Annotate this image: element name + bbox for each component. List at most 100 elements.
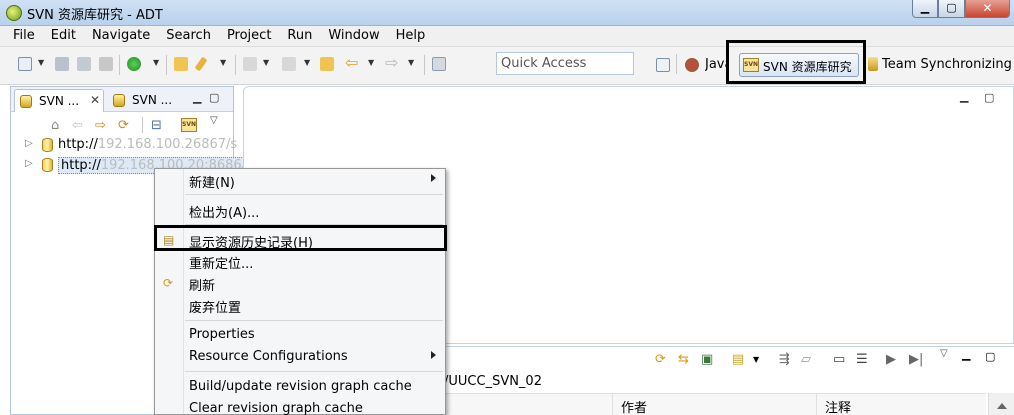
- save-all-icon[interactable]: [77, 57, 91, 71]
- menu-separator: [185, 194, 443, 195]
- menu-file[interactable]: File: [5, 26, 43, 46]
- print-icon[interactable]: [99, 57, 113, 71]
- svn-repository-icon: [20, 95, 32, 108]
- tab-svn-repositories[interactable]: SVN ... ✕: [14, 89, 104, 112]
- tools-dropdown-arrow[interactable]: ▼: [220, 58, 226, 67]
- comment-icon[interactable]: ▭: [833, 352, 845, 367]
- close-tab-icon[interactable]: ✕: [90, 93, 100, 107]
- vertical-scrollbar[interactable]: [988, 393, 1014, 415]
- maximize-editor-icon[interactable]: ▢: [984, 91, 994, 104]
- menu-navigate[interactable]: Navigate: [84, 26, 158, 46]
- menu-item-label: Resource Configurations: [189, 349, 348, 364]
- menu-item-label: Clear revision graph cache: [189, 401, 363, 415]
- maximize-view-icon[interactable]: ▢: [209, 91, 219, 104]
- menu-item-label: 废弃位置: [189, 301, 242, 316]
- minimize-button[interactable]: ▁: [912, 0, 938, 18]
- tab-svn-second[interactable]: SVN ...: [108, 89, 193, 112]
- refresh-icon[interactable]: ⟳: [118, 118, 129, 133]
- expand-arrow-icon[interactable]: ▷: [25, 138, 33, 149]
- menu-item-refresh[interactable]: ⟳ 刷新: [155, 272, 445, 294]
- last-edit-icon[interactable]: [320, 57, 334, 71]
- new-dropdown-arrow[interactable]: ▼: [38, 58, 44, 67]
- team-synchronizing-perspective-button[interactable]: Team Synchronizing: [882, 57, 1012, 72]
- toolbar-separator: [166, 55, 167, 75]
- repository-url: http://192.168.100.26867/s: [58, 137, 238, 152]
- pin-editor-icon[interactable]: [432, 57, 446, 71]
- menu-window[interactable]: Window: [320, 26, 387, 46]
- previous-annotation-dropdown[interactable]: ▼: [304, 58, 310, 67]
- minimize-view-icon[interactable]: ▁: [193, 91, 201, 104]
- back-icon[interactable]: ⇦: [72, 118, 83, 133]
- repository-icon: [42, 158, 53, 172]
- home-icon[interactable]: ⌂: [51, 118, 59, 133]
- context-menu: 新建(N) 检出为(A)... ▤ 显示资源历史记录(H) 重新定位... ⟳ …: [154, 168, 446, 415]
- maximize-button[interactable]: ▢: [938, 0, 965, 18]
- minimize-editor-icon[interactable]: ▁: [960, 90, 968, 103]
- toolbar-separator: [676, 54, 677, 74]
- submenu-arrow-icon: [431, 351, 436, 359]
- run-dropdown-arrow[interactable]: ▼: [153, 58, 159, 67]
- collapse-all-icon[interactable]: ⊟: [151, 118, 162, 133]
- next-annotation-dropdown[interactable]: ▼: [263, 58, 269, 67]
- run-icon[interactable]: [127, 57, 141, 71]
- link-with-editor-icon[interactable]: ⇆: [678, 352, 689, 367]
- forward-dropdown[interactable]: ▼: [408, 58, 414, 67]
- open-folder-icon[interactable]: [174, 57, 188, 71]
- tools-icon[interactable]: [194, 56, 208, 72]
- new-icon[interactable]: [18, 57, 32, 71]
- menu-run[interactable]: Run: [279, 26, 320, 46]
- minimize-history-icon[interactable]: ▁: [962, 348, 970, 361]
- view-menu-icon[interactable]: ▽: [940, 348, 948, 359]
- menu-item-checkout-as[interactable]: 检出为(A)...: [155, 199, 445, 221]
- forward-icon[interactable]: ⇨: [385, 53, 399, 72]
- menu-separator: [185, 320, 443, 321]
- next-page-icon[interactable]: ▶|: [909, 352, 923, 367]
- expand-arrow-icon[interactable]: ▷: [25, 158, 33, 169]
- forward-icon[interactable]: ⇨: [95, 118, 106, 133]
- column-header-comment[interactable]: 注释: [816, 393, 986, 415]
- back-icon[interactable]: ⇦: [345, 53, 359, 72]
- java-perspective-button[interactable]: Java: [705, 57, 727, 72]
- menu-item-label: 检出为(A)...: [189, 206, 260, 221]
- previous-annotation-icon[interactable]: [282, 57, 296, 71]
- next-annotation-icon[interactable]: [243, 57, 257, 71]
- menu-item-discard-location[interactable]: 废弃位置: [155, 294, 445, 316]
- menu-item-label: 新建(N): [189, 176, 235, 191]
- close-button[interactable]: ✕: [965, 0, 1010, 18]
- menu-project[interactable]: Project: [219, 26, 279, 46]
- maximize-history-icon[interactable]: ▢: [985, 350, 995, 363]
- menu-item-label: 刷新: [189, 279, 216, 294]
- compare-icon[interactable]: ⇶: [779, 352, 790, 367]
- window-title: SVN 资源库研究 - ADT: [27, 8, 163, 23]
- menu-search[interactable]: Search: [158, 26, 219, 46]
- refresh-history-icon[interactable]: ⟳: [655, 352, 666, 367]
- filter-dropdown[interactable]: ▼: [753, 355, 759, 364]
- list-icon[interactable]: ☰: [856, 352, 868, 367]
- toolbar-separator: [119, 55, 120, 75]
- menu-item-label: 重新定位...: [189, 257, 254, 272]
- menu-item-relocate[interactable]: 重新定位...: [155, 250, 445, 272]
- menu-item-build-revision-graph-cache[interactable]: Build/update revision graph cache: [155, 376, 445, 398]
- tab-label: SVN ...: [132, 93, 173, 107]
- column-header-revision[interactable]: [446, 393, 612, 415]
- back-dropdown[interactable]: ▼: [368, 58, 374, 67]
- menu-item-resource-configurations[interactable]: Resource Configurations: [155, 346, 445, 368]
- view-menu-icon[interactable]: ▽: [210, 115, 218, 126]
- open-perspective-icon[interactable]: [656, 58, 670, 72]
- play-icon[interactable]: ▶: [886, 352, 896, 367]
- menu-item-properties[interactable]: Properties: [155, 324, 445, 346]
- menu-help[interactable]: Help: [388, 26, 434, 46]
- clear-icon[interactable]: ▱: [801, 352, 811, 367]
- quick-access-input[interactable]: Quick Access: [496, 52, 634, 75]
- menu-item-new[interactable]: 新建(N): [155, 169, 445, 191]
- menu-item-clear-revision-graph-cache[interactable]: Clear revision graph cache: [155, 398, 445, 415]
- column-header-author[interactable]: 作者: [612, 393, 816, 415]
- pin-history-icon[interactable]: ▣: [701, 352, 713, 367]
- menu-edit[interactable]: Edit: [43, 26, 84, 46]
- filter-icon[interactable]: ▤: [732, 352, 744, 367]
- new-repository-location-icon[interactable]: SVN: [181, 118, 197, 132]
- highlight-box: [154, 225, 447, 251]
- save-icon[interactable]: [55, 57, 69, 71]
- scroll-up-icon[interactable]: [997, 403, 1007, 409]
- menu-item-label: Properties: [189, 327, 255, 342]
